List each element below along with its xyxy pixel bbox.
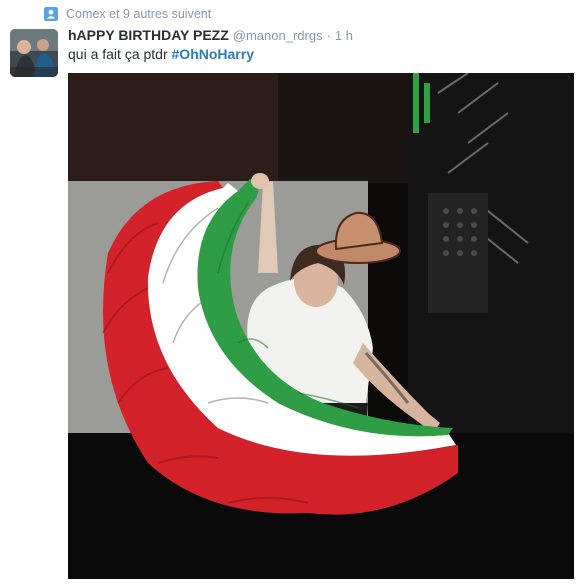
social-context-text: Comex et 9 autres suivent (66, 7, 212, 21)
timestamp[interactable]: 1 h (335, 28, 353, 43)
avatar-image (10, 29, 58, 77)
tweet-text-body: qui a fait ça ptdr (68, 46, 172, 62)
person-icon (44, 7, 58, 21)
tweet-header: hAPPY BIRTHDAY PEZZ @manon_rdrgs · 1 h (68, 27, 353, 45)
display-name[interactable]: hAPPY BIRTHDAY PEZZ (68, 27, 229, 43)
tweet-media[interactable] (68, 73, 574, 579)
media-image (68, 73, 574, 579)
hashtag-link[interactable]: #OhNoHarry (172, 46, 254, 62)
user-handle[interactable]: @manon_rdrgs (233, 28, 323, 43)
separator: · (326, 28, 331, 43)
tweet-text: qui a fait ça ptdr #OhNoHarry (68, 46, 254, 62)
avatar[interactable] (10, 29, 58, 77)
social-context: Comex et 9 autres suivent (44, 6, 211, 22)
